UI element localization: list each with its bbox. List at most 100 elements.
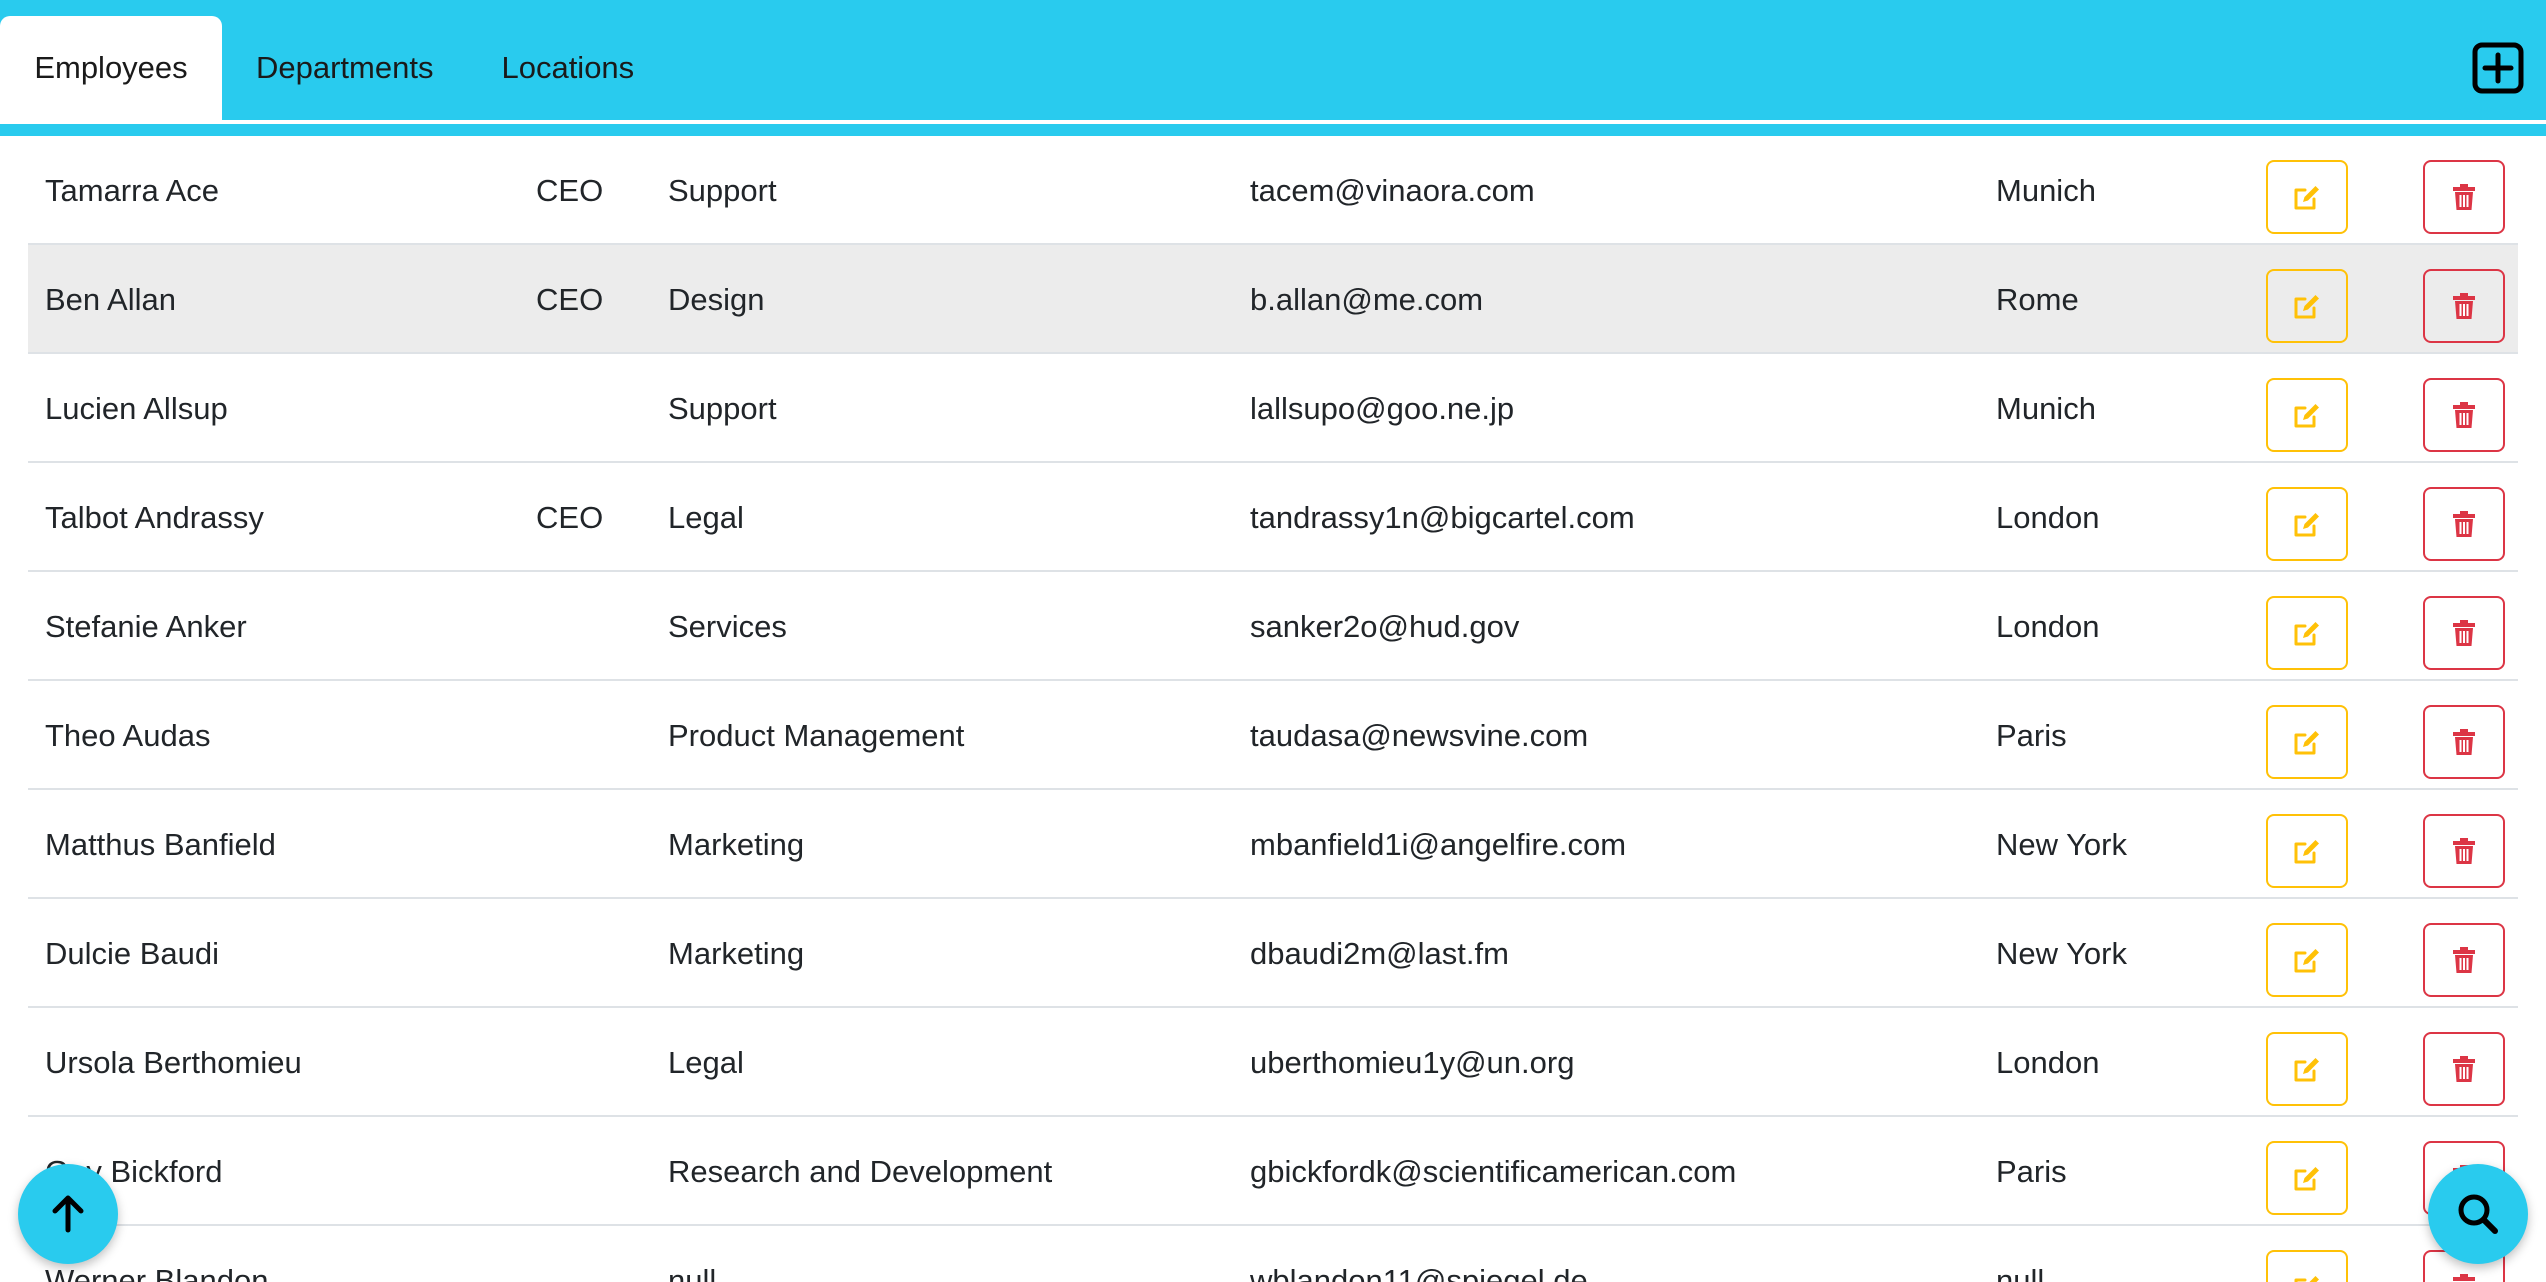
tab-employees[interactable]: Employees bbox=[0, 16, 222, 120]
employee-email: uberthomieu1y@un.org bbox=[1250, 1045, 1575, 1080]
employee-email: sanker2o@hud.gov bbox=[1250, 609, 1520, 644]
employee-department: Product Management bbox=[668, 718, 965, 753]
trash-icon bbox=[2453, 511, 2475, 537]
pencil-square-icon bbox=[2294, 186, 2319, 210]
employee-name: Matthus Banfield bbox=[45, 827, 276, 862]
employee-location: London bbox=[1996, 609, 2100, 644]
employee-email: dbaudi2m@last.fm bbox=[1250, 936, 1509, 971]
table-row: Lucien Allsup Support lallsupo@goo.ne.jp Mu… bbox=[28, 354, 2518, 463]
employee-location: Paris bbox=[1996, 1154, 2067, 1189]
edit-button[interactable] bbox=[2266, 1250, 2348, 1282]
employee-name: Tamarra Ace bbox=[45, 173, 220, 208]
table-row: Ben Allan CEO Design b.allan@me.com Rome bbox=[28, 245, 2518, 354]
edit-button[interactable] bbox=[2266, 378, 2348, 452]
delete-button[interactable] bbox=[2423, 1032, 2505, 1106]
edit-button[interactable] bbox=[2266, 596, 2348, 670]
employee-email: tandrassy1n@bigcartel.com bbox=[1250, 500, 1635, 535]
tab-departments[interactable]: Departments bbox=[222, 16, 467, 120]
delete-button[interactable] bbox=[2423, 705, 2505, 779]
table-row: Dulcie Baudi Marketing dbaudi2m@last.fm New… bbox=[28, 899, 2518, 1008]
delete-button[interactable] bbox=[2423, 814, 2505, 888]
pencil-square-icon bbox=[2294, 731, 2319, 755]
trash-icon bbox=[2453, 293, 2475, 319]
employee-location: Munich bbox=[1996, 173, 2096, 208]
employee-department: Support bbox=[668, 173, 777, 208]
delete-button[interactable] bbox=[2423, 487, 2505, 561]
employee-name: Dulcie Baudi bbox=[45, 936, 220, 971]
employee-location: London bbox=[1996, 500, 2100, 535]
employee-department: Services bbox=[668, 609, 787, 644]
arrow-up-icon bbox=[52, 1195, 84, 1233]
edit-button[interactable] bbox=[2266, 923, 2348, 997]
employee-email: mbanfield1i@angelfire.com bbox=[1250, 827, 1627, 862]
table-row: Matthus Banfield Marketing mbanfield1i@ang… bbox=[28, 790, 2518, 899]
employee-department: Marketing bbox=[668, 827, 805, 862]
employee-name: Theo Audas bbox=[45, 718, 211, 753]
pencil-square-icon bbox=[2294, 1276, 2319, 1282]
app-viewport: Employees Departments Locations Tamarra … bbox=[0, 0, 2546, 1282]
employee-email: taudasa@newsvine.com bbox=[1250, 718, 1589, 753]
search-button[interactable] bbox=[2428, 1164, 2528, 1264]
trash-icon bbox=[2453, 838, 2475, 864]
employee-department: Legal bbox=[668, 500, 744, 535]
top-navbar: Employees Departments Locations bbox=[0, 0, 2546, 136]
trash-icon bbox=[2453, 620, 2475, 646]
employee-department: Legal bbox=[668, 1045, 744, 1080]
edit-button[interactable] bbox=[2266, 269, 2348, 343]
employee-name: Stefanie Anker bbox=[45, 609, 247, 644]
employee-location: null bbox=[1996, 1263, 2045, 1282]
edit-button[interactable] bbox=[2266, 705, 2348, 779]
employee-department: Design bbox=[668, 282, 765, 317]
delete-button[interactable] bbox=[2423, 378, 2505, 452]
trash-icon bbox=[2453, 184, 2475, 210]
employee-department: Research and Development bbox=[668, 1154, 1053, 1189]
employee-department: Marketing bbox=[668, 936, 805, 971]
employee-location: New York bbox=[1996, 936, 2127, 971]
employee-department: Support bbox=[668, 391, 777, 426]
employee-location: London bbox=[1996, 1045, 2100, 1080]
employee-email: lallsupo@goo.ne.jp bbox=[1250, 391, 1515, 426]
pencil-square-icon bbox=[2294, 840, 2319, 864]
edit-button[interactable] bbox=[2266, 1141, 2348, 1215]
trash-icon bbox=[2453, 1274, 2475, 1281]
tab-underline bbox=[0, 120, 2546, 124]
table-row: Stefanie Anker Services sanker2o@hud.gov Lo… bbox=[28, 572, 2518, 681]
scroll-top-button[interactable] bbox=[18, 1164, 118, 1264]
edit-button[interactable] bbox=[2266, 160, 2348, 234]
employee-email: tacem@vinaora.com bbox=[1250, 173, 1535, 208]
trash-icon bbox=[2453, 402, 2475, 428]
employee-name: Ursola Berthomieu bbox=[45, 1045, 302, 1080]
delete-button[interactable] bbox=[2423, 596, 2505, 670]
employee-name: Talbot Andrassy bbox=[45, 500, 264, 535]
table-row: Talbot Andrassy CEO Legal tandrassy1n@bigca… bbox=[28, 463, 2518, 572]
search-icon bbox=[2458, 1194, 2498, 1234]
plus-square-icon bbox=[2472, 42, 2524, 94]
trash-icon bbox=[2453, 1056, 2475, 1082]
employee-table: Tamarra Ace CEO Support tacem@vinaora.com Mu… bbox=[28, 136, 2518, 1282]
trash-icon bbox=[2453, 729, 2475, 755]
trash-icon bbox=[2453, 947, 2475, 973]
delete-button[interactable] bbox=[2423, 923, 2505, 997]
employee-email: b.allan@me.com bbox=[1250, 282, 1484, 317]
employee-location: Paris bbox=[1996, 718, 2067, 753]
table-row: Gay Bickford Research and Development gbic… bbox=[28, 1117, 2518, 1226]
employee-email: wblandon11@spiegel.de bbox=[1250, 1263, 1588, 1282]
pencil-square-icon bbox=[2294, 295, 2319, 319]
edit-button[interactable] bbox=[2266, 487, 2348, 561]
employee-title: CEO bbox=[536, 173, 604, 208]
delete-button[interactable] bbox=[2423, 269, 2505, 343]
delete-button[interactable] bbox=[2423, 160, 2505, 234]
table-row: Werner Blandon null wblandon11@spiegel.de n… bbox=[28, 1226, 2518, 1282]
employee-department: null bbox=[668, 1263, 717, 1282]
pencil-square-icon bbox=[2294, 1167, 2319, 1191]
pencil-square-icon bbox=[2294, 513, 2319, 537]
add-button[interactable] bbox=[2472, 42, 2524, 94]
edit-button[interactable] bbox=[2266, 1032, 2348, 1106]
employee-name: Lucien Allsup bbox=[45, 391, 228, 426]
employee-location: Munich bbox=[1996, 391, 2096, 426]
tab-locations[interactable]: Locations bbox=[467, 16, 668, 120]
pencil-square-icon bbox=[2294, 404, 2319, 428]
tab-list: Employees Departments Locations bbox=[0, 16, 668, 120]
edit-button[interactable] bbox=[2266, 814, 2348, 888]
table-row: Tamarra Ace CEO Support tacem@vinaora.com Mu… bbox=[28, 136, 2518, 245]
